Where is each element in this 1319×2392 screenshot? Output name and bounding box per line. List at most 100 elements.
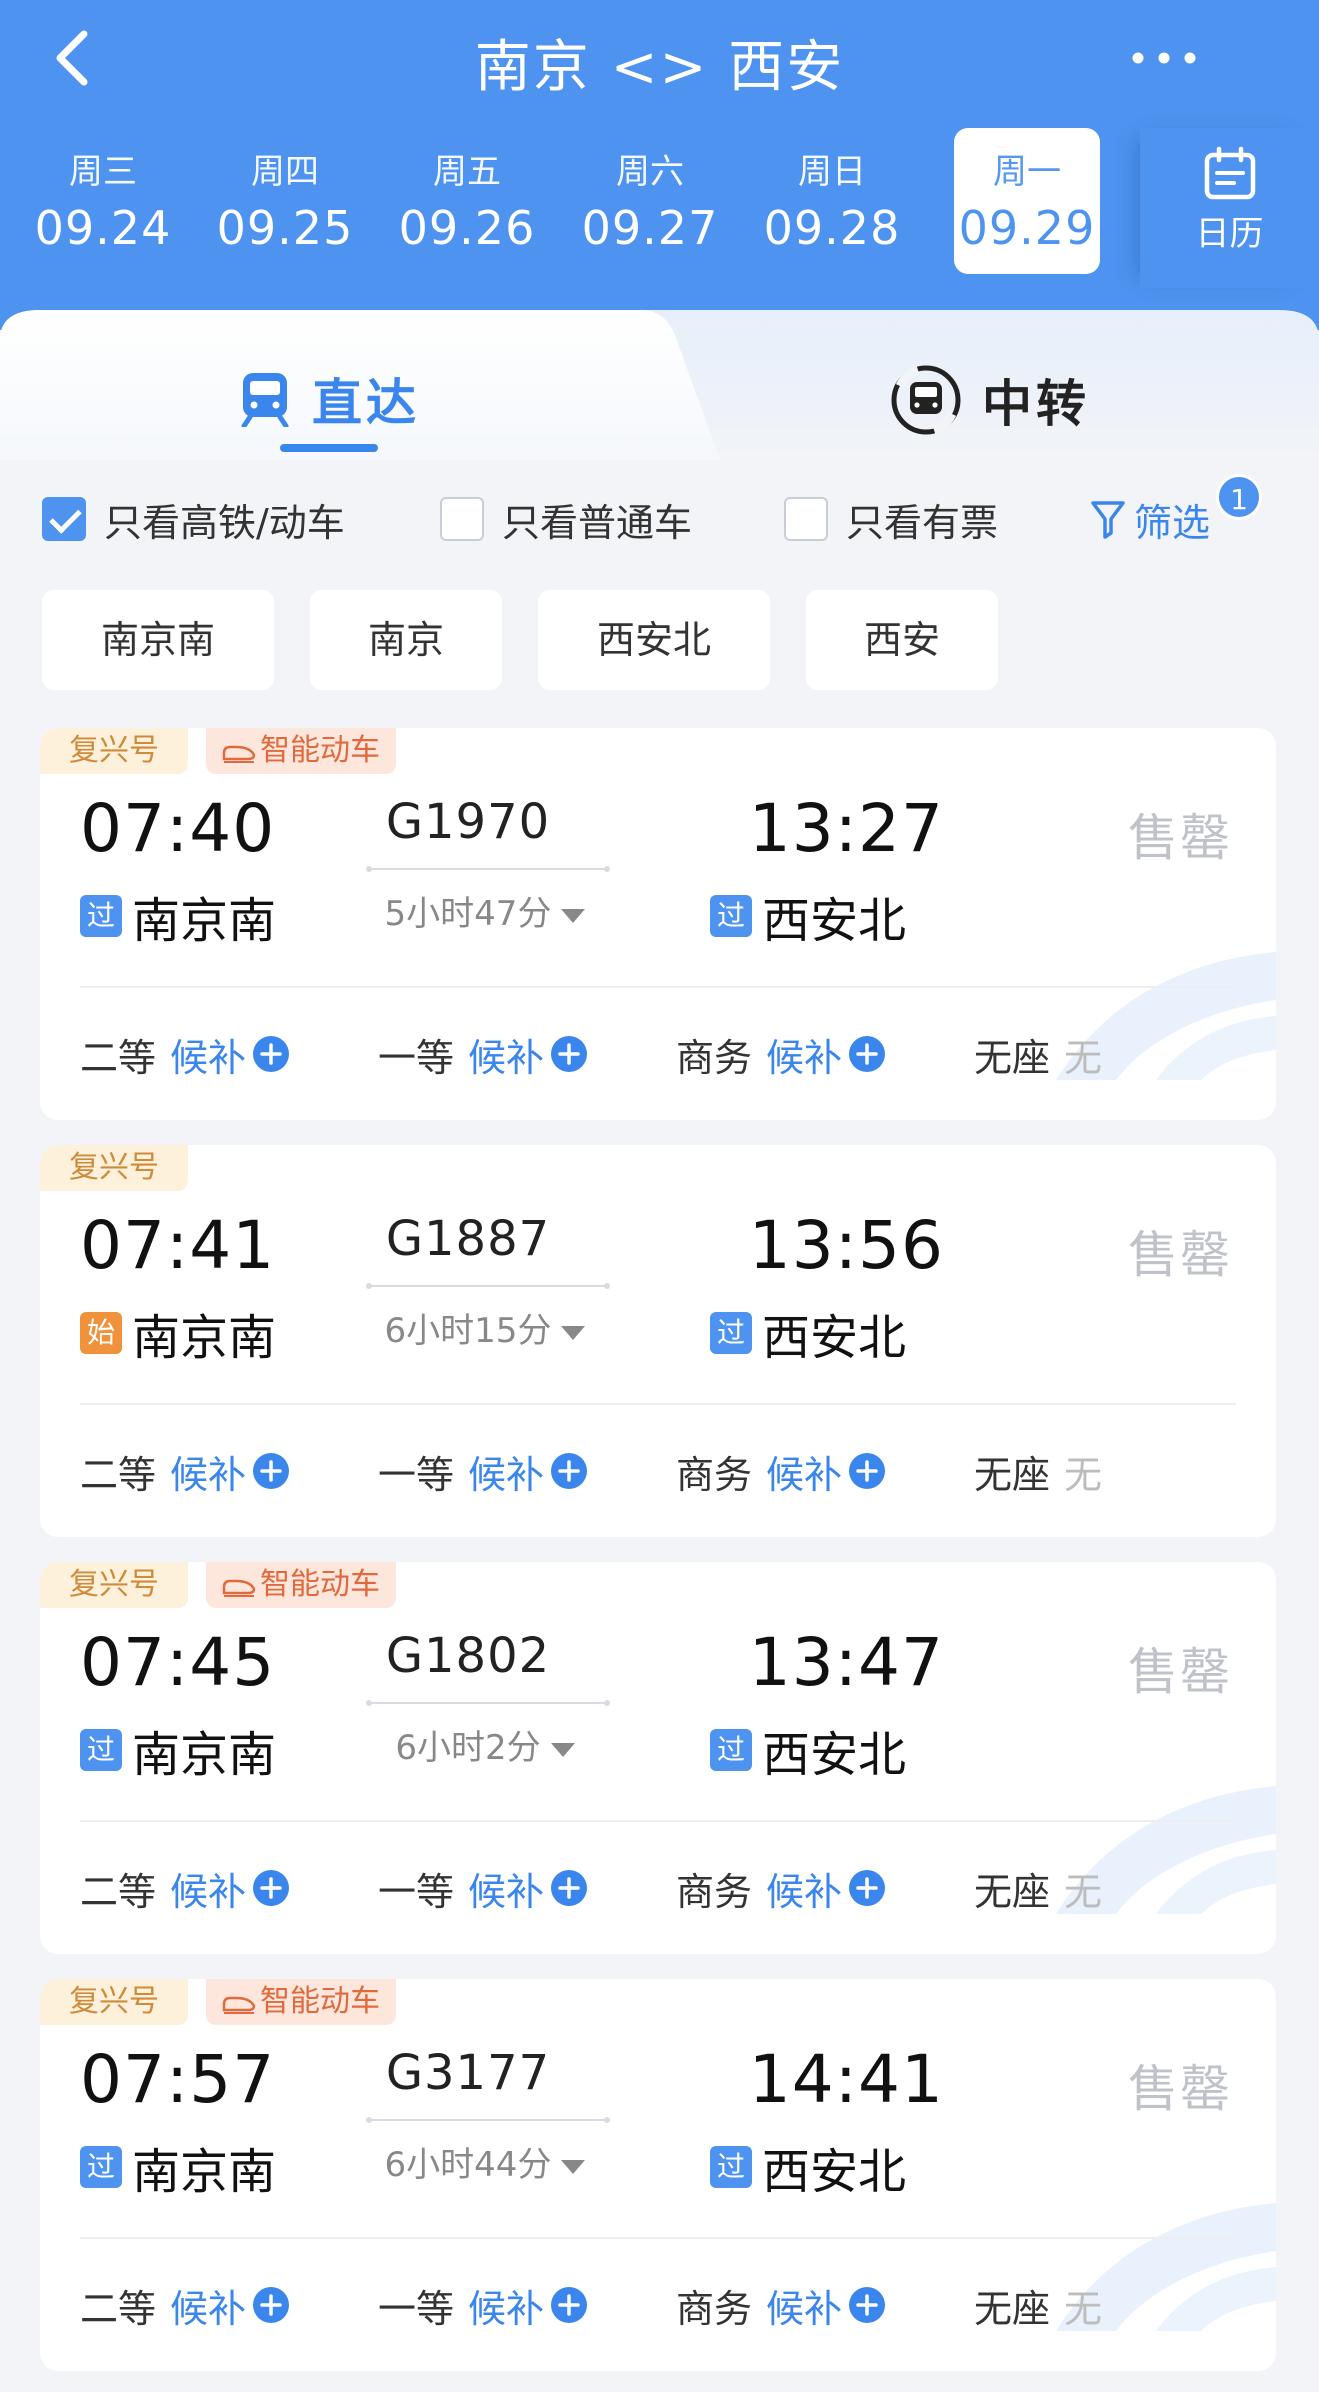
- arrival-time: 13:56: [748, 1207, 944, 1284]
- bullet-train-icon: [222, 1996, 256, 2014]
- divider: [80, 1820, 1236, 1822]
- arrival-station: 过西安北: [710, 1722, 906, 1783]
- available-only-label: 只看有票: [846, 500, 999, 545]
- weekday-label: 周五: [433, 152, 501, 192]
- filter-button[interactable]: 筛选: [1090, 492, 1210, 546]
- regular-only-checkbox[interactable]: 只看普通车: [440, 492, 692, 546]
- duration-text: 6小时2分: [395, 1728, 541, 1768]
- arrival-time: 13:47: [748, 1624, 944, 1701]
- plus-circle-icon: [849, 2287, 886, 2323]
- calendar-button[interactable]: 日历: [1140, 128, 1319, 288]
- arrival-station-name: 西安北: [762, 2144, 907, 2200]
- train-card-g1887[interactable]: 复兴号 07:41 G1887 6小时15分 13:56 始南京南 过西安北 售…: [40, 1145, 1276, 1537]
- pass-mark: 过: [710, 1729, 752, 1771]
- date-tab-0928[interactable]: 周日 09.28: [759, 128, 905, 274]
- seat-row: 二等 候补 一等 候补 商务 候补 无座无: [40, 2275, 1276, 2335]
- available-only-checkbox[interactable]: 只看有票: [784, 492, 998, 546]
- date-label: 09.29: [958, 201, 1096, 255]
- station-chip-xianbei[interactable]: 西安北: [538, 590, 770, 690]
- date-tab-0926[interactable]: 周五 09.26: [394, 128, 540, 274]
- arrival-station-name: 西安北: [762, 1310, 907, 1366]
- station-chip-nanjing[interactable]: 南京: [310, 590, 502, 690]
- departure-time: 07:41: [80, 1207, 276, 1284]
- waitlist-label: 候补: [170, 1452, 247, 1497]
- seat-class-label: 二等: [80, 1869, 157, 1914]
- plus-circle-icon: [253, 2287, 290, 2323]
- seat-second-class[interactable]: 二等 候补: [80, 1858, 290, 1918]
- duration-text: 6小时15分: [384, 1311, 552, 1351]
- date-tab-0924[interactable]: 周三 09.24: [30, 128, 176, 274]
- tab-direct[interactable]: 直达: [240, 364, 420, 434]
- seat-second-class[interactable]: 二等 候补: [80, 2275, 290, 2335]
- waitlist-label: 候补: [766, 2286, 843, 2331]
- departure-station-name: 南京南: [132, 1310, 277, 1366]
- plus-circle-icon: [551, 1036, 588, 1072]
- station-chip-xian[interactable]: 西安: [806, 590, 998, 690]
- smart-emu-label: 智能动车: [260, 1984, 380, 2019]
- fuxing-tag: 复兴号: [40, 728, 188, 774]
- seat-first-class[interactable]: 一等 候补: [378, 2275, 588, 2335]
- seat-class-label: 商务: [676, 1035, 753, 1080]
- smart-emu-tag: 智能动车: [206, 1562, 396, 1608]
- plus-circle-icon: [551, 2287, 588, 2323]
- plus-circle-icon: [849, 1870, 886, 1906]
- train-card-g1802[interactable]: 复兴号 智能动车 07:45 G1802 6小时2分 13:47 过南京南 过西…: [40, 1562, 1276, 1954]
- pass-mark: 过: [710, 895, 752, 937]
- caret-down-icon: [561, 1325, 586, 1340]
- caret-down-icon: [550, 1742, 575, 1757]
- unavailable-label: 无: [1064, 2286, 1103, 2331]
- seat-second-class[interactable]: 二等 候补: [80, 1024, 290, 1084]
- seat-class-label: 一等: [378, 2286, 455, 2331]
- date-label: 09.24: [34, 201, 172, 255]
- arrival-station: 过西安北: [710, 1305, 906, 1366]
- departure-station: 过南京南: [80, 2139, 276, 2200]
- seat-second-class[interactable]: 二等 候补: [80, 1441, 290, 1501]
- plus-circle-icon: [849, 1453, 886, 1489]
- duration-toggle[interactable]: 6小时15分: [360, 1303, 610, 1352]
- departure-station-name: 南京南: [132, 893, 277, 949]
- seat-first-class[interactable]: 一等 候补: [378, 1024, 588, 1084]
- station-chip-nanjingnan[interactable]: 南京南: [42, 590, 274, 690]
- seat-business-class[interactable]: 商务 候补: [676, 1858, 886, 1918]
- high-speed-only-checkbox[interactable]: 只看高铁/动车: [42, 492, 345, 546]
- sold-out-status: 售罄: [1128, 2060, 1232, 2118]
- duration-toggle[interactable]: 5小时47分: [360, 886, 610, 935]
- waitlist-label: 候补: [766, 1869, 843, 1914]
- smart-emu-label: 智能动车: [260, 733, 380, 768]
- date-tab-0925[interactable]: 周四 09.25: [212, 128, 358, 274]
- divider: [80, 2237, 1236, 2239]
- seat-no-seat: 无座无: [974, 1024, 1102, 1084]
- duration-toggle[interactable]: 6小时44分: [360, 2137, 610, 2186]
- train-card-g3177[interactable]: 复兴号 智能动车 07:57 G3177 6小时44分 14:41 过南京南 过…: [40, 1979, 1276, 2371]
- seat-first-class[interactable]: 一等 候补: [378, 1441, 588, 1501]
- date-label: 09.27: [581, 201, 719, 255]
- high-speed-only-label: 只看高铁/动车: [104, 500, 345, 545]
- train-card-g1970[interactable]: 复兴号 智能动车 07:40 G1970 5小时47分 13:27 过南京南 过…: [40, 728, 1276, 1120]
- date-tab-0927[interactable]: 周六 09.27: [577, 128, 723, 274]
- date-label: 09.26: [398, 201, 536, 255]
- divider: [80, 1403, 1236, 1405]
- seat-class-label: 一等: [378, 1869, 455, 1914]
- weekday-label: 周一: [993, 152, 1061, 192]
- waitlist-label: 候补: [170, 1035, 247, 1080]
- train-number: G1802: [385, 1628, 551, 1684]
- station-chips: 南京南 南京 西安北 西安: [0, 590, 1319, 690]
- date-tab-0929-selected[interactable]: 周一 09.29: [954, 128, 1100, 274]
- seat-business-class[interactable]: 商务 候补: [676, 1024, 886, 1084]
- seat-class-label: 无座: [974, 1035, 1051, 1080]
- duration-text: 6小时44分: [384, 2145, 552, 2185]
- seat-class-label: 二等: [80, 2286, 157, 2331]
- seat-business-class[interactable]: 商务 候补: [676, 2275, 886, 2335]
- duration-toggle[interactable]: 6小时2分: [360, 1720, 610, 1769]
- seat-first-class[interactable]: 一等 候补: [378, 1858, 588, 1918]
- seat-row: 二等 候补 一等 候补 商务 候补 无座无: [40, 1441, 1276, 1501]
- seat-business-class[interactable]: 商务 候补: [676, 1441, 886, 1501]
- filter-count-badge: 1: [1216, 474, 1262, 520]
- train-number: G1887: [385, 1211, 551, 1267]
- arrival-station: 过西安北: [710, 888, 906, 949]
- train-number: G1970: [385, 794, 551, 850]
- tab-transfer[interactable]: 中转: [890, 360, 1090, 440]
- more-options-icon[interactable]: [1128, 40, 1200, 76]
- mode-tabs-background: [0, 310, 1319, 460]
- seat-class-label: 商务: [676, 1869, 753, 1914]
